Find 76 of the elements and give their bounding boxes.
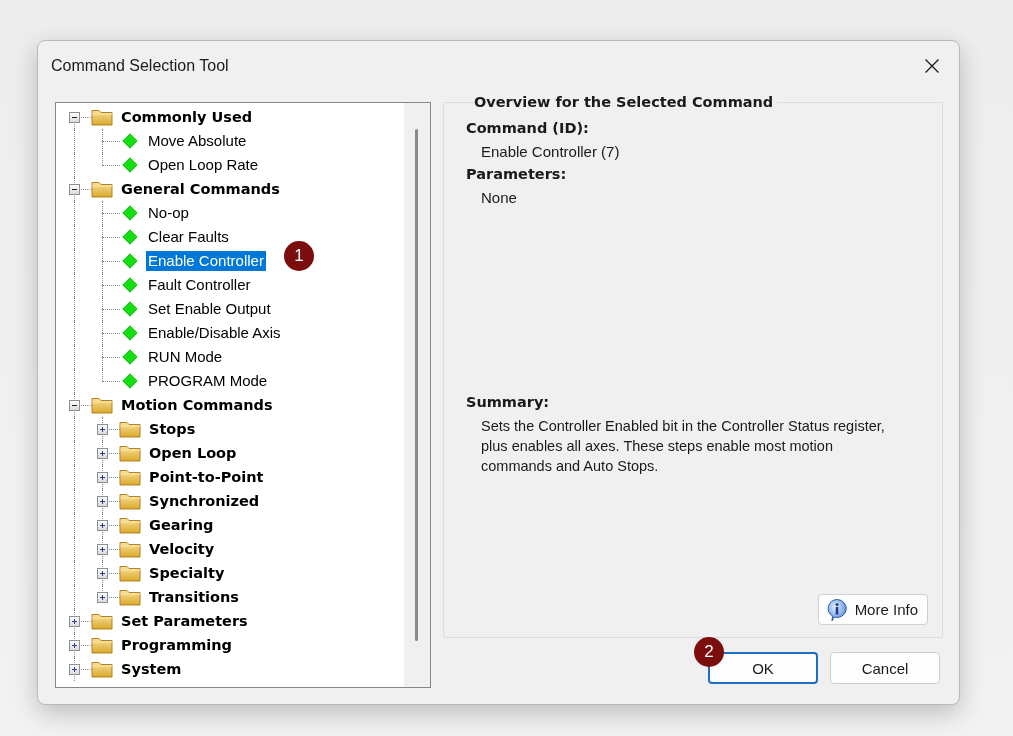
folder-icon xyxy=(119,540,141,558)
tree-item[interactable]: Set Enable Output xyxy=(146,299,273,319)
window-title: Command Selection Tool xyxy=(51,56,230,75)
more-info-button[interactable]: More Info xyxy=(817,594,928,625)
section-heading: Command (ID): xyxy=(466,120,590,136)
diamond-icon xyxy=(122,277,138,293)
collapse-toggle[interactable] xyxy=(68,399,80,411)
tree-item[interactable]: Point-to-Point xyxy=(147,467,266,487)
diamond-icon xyxy=(122,349,138,365)
tree-item[interactable]: Fault Controller xyxy=(146,275,253,295)
tree-item[interactable]: Move Absolute xyxy=(146,131,249,151)
tree-item[interactable]: Transitions xyxy=(147,587,241,607)
expand-toggle[interactable] xyxy=(96,543,108,555)
tree-item[interactable]: Enable Controller xyxy=(146,251,266,271)
tree-item[interactable]: Set Parameters xyxy=(119,611,250,631)
folder-icon xyxy=(119,588,141,606)
folder-icon xyxy=(91,660,113,678)
scrollbar[interactable] xyxy=(404,103,430,687)
summary-text: Sets the Controller Enabled bit in the Controller Status register, plus enables all axes. These steps enable most motion commands and Auto Stops. xyxy=(481,417,886,476)
close-icon xyxy=(924,57,940,74)
tree-item[interactable]: Synchronized xyxy=(147,491,262,511)
diamond-icon xyxy=(122,253,138,269)
section-heading: Parameters: xyxy=(466,166,568,182)
diamond-icon xyxy=(122,157,138,173)
expand-toggle[interactable] xyxy=(96,519,108,531)
tree-item[interactable]: Velocity xyxy=(147,539,217,559)
tree-item[interactable]: System xyxy=(119,659,184,679)
folder-icon xyxy=(119,564,141,582)
tree-item[interactable]: PROGRAM Mode xyxy=(146,371,270,391)
expand-toggle[interactable] xyxy=(96,471,108,483)
diamond-icon xyxy=(122,133,138,149)
tree-item[interactable]: Open Loop xyxy=(147,443,239,463)
expand-toggle[interactable] xyxy=(96,567,108,579)
collapse-toggle[interactable] xyxy=(68,111,80,123)
folder-icon xyxy=(91,180,113,198)
expand-toggle[interactable] xyxy=(96,447,108,459)
tree-item[interactable]: Stops xyxy=(147,419,198,439)
dialog-button[interactable]: Cancel xyxy=(830,652,940,684)
tree-item[interactable]: Programming xyxy=(119,635,234,655)
diamond-icon xyxy=(122,205,138,221)
tree-item[interactable]: Open Loop Rate xyxy=(146,155,261,175)
folder-icon xyxy=(119,468,141,486)
tree-item[interactable]: RUN Mode xyxy=(146,347,225,367)
folder-icon xyxy=(91,636,113,654)
expand-toggle[interactable] xyxy=(96,591,108,603)
expand-toggle[interactable] xyxy=(96,423,108,435)
folder-icon xyxy=(91,396,113,414)
tree-item[interactable]: Motion Commands xyxy=(119,395,275,415)
expand-toggle[interactable] xyxy=(68,615,80,627)
folder-icon xyxy=(91,108,113,126)
section-value: None xyxy=(481,189,518,206)
tree-item[interactable]: No-op xyxy=(146,203,191,223)
collapse-toggle[interactable] xyxy=(68,183,80,195)
scrollbar-thumb[interactable] xyxy=(415,129,418,641)
step-number-badge: 2 xyxy=(694,637,724,667)
folder-icon xyxy=(119,444,141,462)
folder-icon xyxy=(119,516,141,534)
tree-item[interactable]: Gearing xyxy=(147,515,216,535)
diamond-icon xyxy=(122,373,138,389)
tree-item[interactable]: Enable/Disable Axis xyxy=(146,323,283,343)
expand-toggle[interactable] xyxy=(96,495,108,507)
diamond-icon xyxy=(122,325,138,341)
group-title: Overview for the Selected Command xyxy=(474,94,775,110)
folder-icon xyxy=(91,612,113,630)
tree-item[interactable]: Clear Faults xyxy=(146,227,231,247)
folder-icon xyxy=(119,492,141,510)
expand-toggle[interactable] xyxy=(68,639,80,651)
tree-item[interactable]: General Commands xyxy=(119,179,282,199)
tree-item[interactable]: Specialty xyxy=(147,563,227,583)
section-value: Enable Controller (7) xyxy=(481,143,621,160)
section-heading: Summary: xyxy=(466,394,551,410)
tree-item[interactable]: Commonly Used xyxy=(119,107,255,127)
folder-icon xyxy=(119,420,141,438)
diamond-icon xyxy=(122,229,138,245)
expand-toggle[interactable] xyxy=(68,663,80,675)
diamond-icon xyxy=(122,301,138,317)
